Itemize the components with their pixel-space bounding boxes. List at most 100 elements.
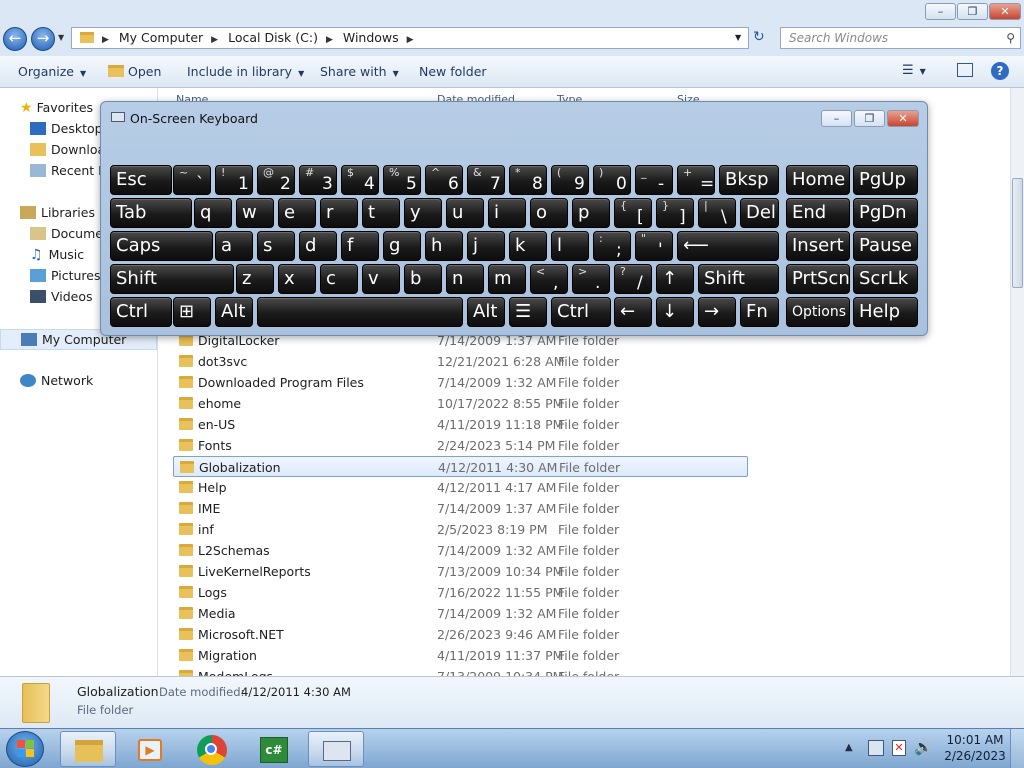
breadcrumb-windows[interactable]: Windows [343,30,399,45]
key[interactable]: Tab [110,198,192,228]
key[interactable]: (9 [551,165,589,195]
nav-favorites[interactable]: ★ Favorites [20,100,93,116]
key[interactable]: Options [786,297,850,327]
key[interactable]: ! 1 [215,165,253,195]
key[interactable]: & 7 [467,165,505,195]
views-icon[interactable]: ☰ ▼ [902,63,926,78]
key[interactable]: Shift [698,264,779,294]
key[interactable]: w [236,198,274,228]
key[interactable]: l [551,231,589,261]
vertical-scrollbar[interactable] [1010,88,1024,676]
key[interactable]: a [215,231,253,261]
key[interactable]: Alt [215,297,253,327]
maximize-button[interactable]: ❐ [957,3,988,20]
volume-icon[interactable]: 🔊 [914,738,933,756]
key[interactable]: Shift [110,264,234,294]
key[interactable]: Del [740,198,779,228]
space-key[interactable] [257,297,463,327]
key[interactable]: Help [853,297,918,327]
file-row[interactable]: Globalization 4/12/2011 4:30 AM File folde… [173,456,748,477]
address-bar[interactable]: ▶ My Computer ▶ Local Disk (C:) ▶ Window… [71,27,749,49]
key[interactable]: u [446,198,484,228]
osk-close-button[interactable]: ✕ [887,110,919,127]
file-row[interactable]: Media 7/14/2009 1:32 AM File folder [173,603,748,624]
key[interactable]: >. [572,264,610,294]
key[interactable]: v [362,264,400,294]
file-row[interactable]: inf 2/5/2023 8:19 PM File folder [173,519,748,540]
forward-button[interactable]: → [31,27,55,51]
refresh-icon[interactable]: ↻ [753,29,765,45]
key[interactable]: {[ [614,198,652,228]
nav-music[interactable]: ♫ Music [30,247,84,263]
key[interactable]: % 5 [383,165,421,195]
nav-desktop[interactable]: Desktop [30,121,103,136]
scroll-thumb[interactable] [1012,178,1023,288]
taskbar-explorer-button[interactable] [60,731,116,767]
key[interactable]: ~ ` [173,165,211,195]
key[interactable]: ^ 6 [425,165,463,195]
key[interactable]: #3 [299,165,337,195]
key[interactable]: Insert [786,231,850,261]
minimize-button[interactable]: – [925,3,956,20]
share-with-button[interactable]: Share with ▼ [320,64,399,79]
key[interactable]: s [257,231,295,261]
key[interactable]: j [467,231,505,261]
address-dropdown-icon[interactable]: ▼ [735,33,741,42]
key[interactable]: y [404,198,442,228]
preview-pane-icon[interactable] [957,63,973,77]
file-row[interactable]: Migration 4/11/2019 11:37 PM File folder [173,645,748,666]
key[interactable]: ScrLk [853,264,918,294]
key[interactable]: Ctrl [551,297,611,327]
key[interactable]: PgUp [853,165,918,195]
key[interactable]: ⟵ [677,231,779,261]
file-row[interactable]: Logs 7/16/2022 11:55 PM File folder [173,582,748,603]
file-row[interactable]: dot3svc 12/21/2021 6:28 AM File folder [173,351,748,372]
file-row[interactable]: Microsoft.NET 2/26/2023 9:46 AM File folde… [173,624,748,645]
file-row[interactable]: L2Schemas 7/14/2009 1:32 AM File folder [173,540,748,561]
search-input[interactable]: Search Windows ⚲ [780,27,1021,49]
taskbar-csharp-button[interactable]: c# [246,731,302,767]
key[interactable]: * 8 [509,165,547,195]
taskbar-osk-button[interactable] [308,731,364,767]
key[interactable]: m [488,264,526,294]
key[interactable]: o [530,198,568,228]
file-row[interactable]: Help 4/12/2011 4:17 AM File folder [173,477,748,498]
osk-restore-button[interactable]: ❐ [854,110,885,127]
show-desktop-button[interactable] [1010,729,1024,768]
key[interactable]: i [488,198,526,228]
key[interactable]: x [278,264,316,294]
key[interactable]: → [698,297,736,327]
key[interactable]: Alt [467,297,505,327]
key[interactable]: | \ [698,198,736,228]
key[interactable]: c [320,264,358,294]
key[interactable]: ) 0 [593,165,631,195]
key[interactable]: " ' [635,231,673,261]
key[interactable]: Pause [853,231,918,261]
clock[interactable]: 10:01 AM 2/26/2023 [944,733,1006,763]
key[interactable]: Fn [740,297,779,327]
key[interactable]: Bksp [719,165,779,195]
key[interactable]: <, [530,264,568,294]
recent-pages-chevron-icon[interactable]: ▼ [58,33,64,42]
show-hidden-icons[interactable]: ▲ [845,742,853,753]
open-button[interactable]: Open [108,64,161,79]
key[interactable]: :; [593,231,631,261]
key[interactable]: }] [656,198,694,228]
key[interactable]: Ctrl [110,297,172,327]
nav-network[interactable]: Network [20,373,93,388]
key[interactable]: PrtScn [786,264,850,294]
key[interactable]: PgDn [853,198,918,228]
key[interactable]: r [320,198,358,228]
taskbar-media-player-button[interactable]: ▶ [122,731,178,767]
nav-videos[interactable]: Videos [30,289,93,304]
key[interactable]: End [786,198,850,228]
key[interactable]: d [299,231,337,261]
breadcrumb-my-computer[interactable]: My Computer [119,30,203,45]
search-icon[interactable]: ⚲ [1006,28,1015,48]
file-row[interactable]: IME 7/14/2009 1:37 AM File folder [173,498,748,519]
key[interactable]: Esc [110,165,172,195]
key[interactable]: f [341,231,379,261]
key[interactable]: ↓ [656,297,694,327]
key[interactable]: ← [614,297,652,327]
file-row[interactable]: Fonts 2/24/2023 5:14 PM File folder [173,435,748,456]
